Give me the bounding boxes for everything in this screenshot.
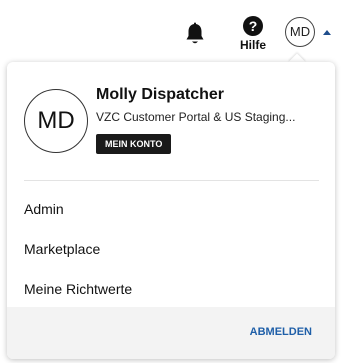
menu-item-label: Admin <box>24 201 64 217</box>
user-name: Molly Dispatcher <box>96 86 225 103</box>
dropdown-footer: ABMELDEN <box>7 307 335 359</box>
profile-menu-toggle[interactable]: MD <box>284 17 334 49</box>
logout-link[interactable]: ABMELDEN <box>250 326 312 338</box>
divider <box>24 180 319 181</box>
caret-up-icon <box>323 30 331 35</box>
profile-avatar: MD <box>24 89 88 153</box>
avatar: MD <box>285 17 315 47</box>
help-icon: ? <box>243 16 263 36</box>
profile-dropdown: MD Molly Dispatcher VZC Customer Portal … <box>7 62 335 359</box>
help-button[interactable]: ? Hilfe <box>236 16 270 56</box>
menu-item-label: Marketplace <box>24 241 101 257</box>
my-account-button[interactable]: MEIN KONTO <box>96 134 172 154</box>
menu-item-admin[interactable]: Admin <box>7 194 335 224</box>
menu-item-meine-richtwerte[interactable]: Meine Richtwerte <box>7 274 335 304</box>
menu-item-label: Meine Richtwerte <box>24 281 133 297</box>
menu-item-marketplace[interactable]: Marketplace <box>7 234 335 264</box>
notifications-bell-icon[interactable] <box>184 22 206 46</box>
user-organization: VZC Customer Portal & US Staging... <box>96 110 296 124</box>
help-label: Hilfe <box>239 38 266 52</box>
